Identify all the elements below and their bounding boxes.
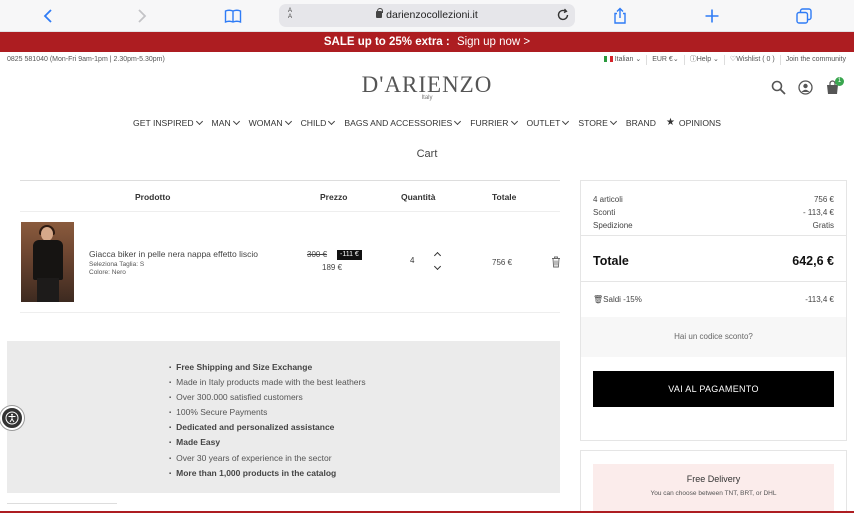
- bookmarks-icon[interactable]: [222, 5, 244, 27]
- chevron-down-icon: [454, 117, 462, 125]
- accessibility-button[interactable]: [0, 406, 24, 430]
- nav-item-outlet[interactable]: OUTLET: [527, 117, 570, 128]
- summary-discount: Sconti - 113,4 €: [593, 208, 834, 217]
- trash-icon[interactable]: [551, 255, 561, 268]
- cart-count-badge: 1: [835, 77, 844, 86]
- trash-icon[interactable]: 🗑: [593, 295, 603, 304]
- coupon-toggle[interactable]: Hai un codice sconto?: [581, 317, 846, 357]
- chevron-down-icon: [328, 117, 336, 125]
- nav-item-furrier[interactable]: FURRIER: [470, 117, 518, 128]
- product-color: Colore: Nero: [89, 268, 126, 276]
- product-name[interactable]: Giacca biker in pelle nera nappa effetto…: [89, 249, 258, 259]
- promo-banner[interactable]: SALE up to 25% extra : Sign up now >: [0, 32, 854, 52]
- benefits-list: Free Shipping and Size Exchange Made in …: [169, 361, 366, 482]
- header-product: Prodotto: [135, 192, 171, 202]
- list-item: Free Shipping and Size Exchange: [169, 361, 366, 376]
- header-quantity: Quantità: [401, 192, 436, 202]
- language-selector[interactable]: Italian ⌄: [603, 55, 641, 65]
- cart-table-header: Prodotto Prezzo Quantità Totale: [20, 180, 560, 212]
- forward-icon[interactable]: [130, 5, 152, 27]
- delivery-info: Free Delivery You can choose between TNT…: [580, 450, 847, 513]
- back-icon[interactable]: [38, 5, 60, 27]
- checkout-button[interactable]: VAI AL PAGAMENTO: [593, 371, 834, 407]
- currency-selector[interactable]: EUR €⌄: [652, 55, 679, 65]
- address-bar[interactable]: AA darienzocollezioni.it: [279, 4, 575, 27]
- list-item: Over 300.000 satisfied customers: [169, 391, 366, 406]
- price-discounted: 189 €: [322, 263, 343, 272]
- help-link[interactable]: ⓘHelp ⌄: [690, 55, 719, 65]
- lock-icon: [376, 8, 384, 18]
- chevron-down-icon[interactable]: [433, 262, 442, 271]
- summary-promo: 🗑Saldi -15% -113,4 €: [593, 295, 834, 304]
- quantity-value[interactable]: 4: [410, 256, 414, 265]
- list-item: Dedicated and personalized assistance: [169, 421, 366, 436]
- header-icons: 1: [771, 77, 844, 95]
- accessibility-icon: [5, 411, 19, 425]
- search-icon[interactable]: [771, 80, 786, 95]
- header-total: Totale: [492, 192, 517, 202]
- list-item: More than 1,000 products in the catalog: [169, 467, 366, 482]
- browser-toolbar: AA darienzocollezioni.it: [0, 0, 854, 32]
- chevron-down-icon: [510, 117, 518, 125]
- cart-item-row: Giacca biker in pelle nera nappa effetto…: [20, 213, 560, 313]
- contact-hours: 0825 581040 (Mon-Fri 9am-1pm | 2.30pm-5.…: [7, 56, 165, 63]
- italy-flag-icon: [603, 56, 613, 63]
- quantity-stepper[interactable]: 4: [394, 248, 444, 274]
- nav-item-get-inspired[interactable]: GET INSPIRED: [133, 117, 203, 128]
- url-text: darienzocollezioni.it: [386, 9, 478, 21]
- new-tab-icon[interactable]: [701, 5, 723, 27]
- list-item: Over 30 years of experience in the secto…: [169, 452, 366, 467]
- community-link[interactable]: Join the community: [786, 55, 846, 65]
- main-nav: GET INSPIRED MAN WOMAN CHILD BAGS AND AC…: [0, 117, 854, 128]
- list-item: Made in Italy products made with the bes…: [169, 376, 365, 391]
- nav-item-opinions[interactable]: ★ OPINIONS: [666, 117, 721, 128]
- list-item: Made Easy: [169, 436, 366, 451]
- chevron-down-icon: [232, 117, 240, 125]
- promo-signup-link[interactable]: Sign up now >: [457, 36, 530, 48]
- list-item: 100% Secure Payments: [169, 406, 366, 421]
- nav-item-man[interactable]: MAN: [212, 117, 240, 128]
- chevron-down-icon: [609, 117, 617, 125]
- brand-logo-sub: Italy: [421, 95, 433, 101]
- account-icon[interactable]: [798, 80, 813, 95]
- reload-icon[interactable]: [556, 8, 570, 22]
- order-summary: 4 articoli 756 € Sconti - 113,4 € Spedizio…: [580, 180, 847, 441]
- nav-item-bags-accessories[interactable]: BAGS AND ACCESSORIES: [344, 117, 462, 128]
- utility-links: Italian ⌄ EUR €⌄ ⓘHelp ⌄ ♡Wishlist ( 0 )…: [603, 55, 846, 65]
- benefits-box: Free Shipping and Size Exchange Made in …: [7, 341, 560, 493]
- nav-item-child[interactable]: CHILD: [301, 117, 336, 128]
- chevron-down-icon: [562, 117, 570, 125]
- page-title: Cart: [416, 148, 438, 160]
- product-image[interactable]: [21, 222, 74, 302]
- star-icon: ★: [665, 117, 675, 128]
- header-price: Prezzo: [320, 192, 348, 202]
- info-icon: ⓘ: [689, 56, 697, 63]
- tabs-overview-icon[interactable]: [793, 5, 815, 27]
- promo-text: SALE up to 25% extra :: [323, 36, 450, 48]
- cart-icon[interactable]: 1: [825, 77, 844, 95]
- chevron-up-icon[interactable]: [433, 251, 442, 260]
- summary-shipping: Spedizione Gratis: [593, 221, 834, 230]
- delivery-title: Free Delivery: [686, 474, 741, 484]
- discount-badge: -111 €: [337, 250, 362, 260]
- delivery-subtitle: You can choose between TNT, BRT, or DHL: [650, 490, 777, 497]
- wishlist-link[interactable]: ♡Wishlist ( 0 ): [730, 55, 775, 65]
- row-total: 756 €: [492, 258, 513, 267]
- nav-item-woman[interactable]: WOMAN: [249, 117, 292, 128]
- summary-total: Totale 642,6 €: [593, 254, 834, 268]
- product-size: Seleziona Taglia: S: [89, 261, 145, 268]
- nav-item-store[interactable]: STORE: [578, 117, 617, 128]
- share-icon[interactable]: [609, 5, 631, 27]
- chevron-down-icon: [284, 117, 292, 125]
- nav-item-brand[interactable]: BRAND: [626, 117, 656, 128]
- price-original: 300 €: [307, 250, 328, 259]
- chevron-down-icon: [195, 117, 203, 125]
- product-options: Seleziona Taglia: S Colore: Nero: [89, 261, 144, 276]
- summary-articles: 4 articoli 756 €: [593, 195, 834, 204]
